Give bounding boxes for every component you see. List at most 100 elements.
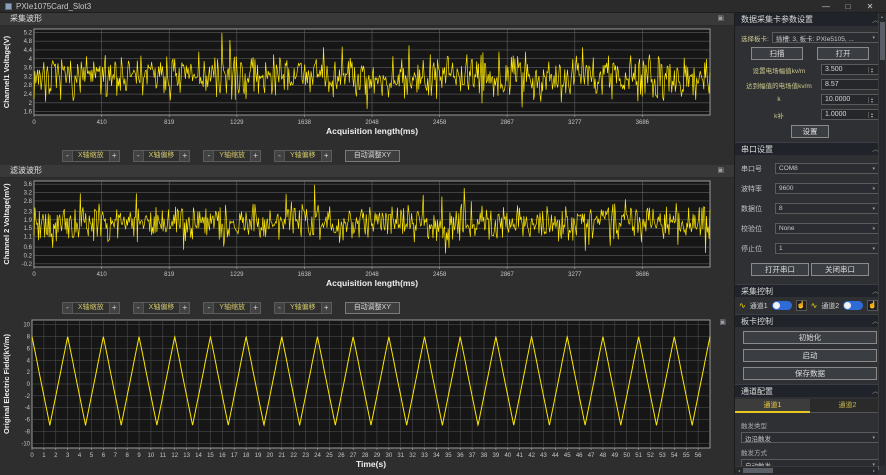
increment-button[interactable]: + [108, 151, 119, 162]
baud-rate-label: 波特率 [741, 185, 762, 193]
open-serial-button[interactable]: 打开串口 [751, 263, 809, 276]
channel2-toggle[interactable] [843, 301, 864, 310]
electric-field-graph[interactable]: 0 1 2 3 4 5 6 7 8 9 10 11 12 13 14 15 16 17 18 19 20 21 22 23 24… [0, 316, 735, 474]
decrement-button[interactable]: - [204, 151, 215, 162]
y-scale-stepper[interactable]: - Y轴缩放 + [203, 150, 262, 163]
spinner-icon[interactable]: ▴ ▾ [868, 66, 875, 73]
data-bits-value: 8 [779, 205, 783, 212]
chart2-section-label: 滤波波形 [10, 166, 42, 176]
decrement-button[interactable]: - [204, 302, 215, 313]
hand-cursor-icon[interactable]: ☝ [795, 300, 807, 311]
svg-text:9: 9 [137, 453, 141, 459]
spinner-icon[interactable]: ▴ ▾ [868, 96, 875, 103]
start-button[interactable]: 启动 [743, 349, 877, 362]
horizontal-scrollbar[interactable]: ◂ ▸ [735, 466, 878, 474]
horizontal-scroll-thumb[interactable] [743, 468, 773, 473]
vertical-scroll-thumb[interactable] [880, 22, 885, 60]
scan-button[interactable]: 扫描 [751, 47, 803, 60]
chart1-tools-icon[interactable]: ▣ [717, 15, 724, 22]
stepper-label: Y轴偏移 [290, 152, 316, 160]
trigger-type-select[interactable]: 边沿触发 ▾ [741, 432, 879, 443]
scroll-right-icon[interactable]: ▸ [870, 468, 878, 473]
stepper-label: X轴缩放 [78, 152, 104, 160]
increment-button[interactable]: + [320, 302, 331, 313]
chevron-down-icon: ▾ [872, 185, 875, 192]
daq-section-header[interactable]: 数据采集卡参数设置 ︿ [735, 13, 885, 26]
com-port-label: 串口号 [741, 165, 762, 173]
chart1-waveform-graph[interactable]: 0 410 819 1229 1638 2048 2458 2867 3277 36865.24.… [0, 26, 735, 148]
increment-button[interactable]: + [320, 151, 331, 162]
k-comp-input[interactable]: 1.0000 ▴ ▾ [821, 109, 879, 120]
svg-text:2458: 2458 [433, 120, 447, 126]
baud-rate-select[interactable]: 9600 ▾ [775, 183, 879, 194]
channel2-label: 通道2 [821, 302, 840, 310]
channel-config-section-header[interactable]: 通道配置 ︿ [735, 384, 885, 397]
serial-section-body: 串口号 COM8 ▾ 波特率 9600 ▾ 数据位 8 ▾ 校验位 None ▾… [735, 155, 885, 284]
close-serial-button[interactable]: 关闭串口 [811, 263, 869, 276]
auto-adjust-xy-button[interactable]: 自动调整XY [344, 150, 401, 163]
increment-button[interactable]: + [179, 302, 190, 313]
minimize-button[interactable]: — [815, 2, 837, 11]
auto-adjust-xy-button[interactable]: 自动调整XY [344, 301, 401, 314]
hand-cursor-icon[interactable]: ☝ [867, 300, 879, 311]
data-bits-select[interactable]: 8 ▾ [775, 203, 879, 214]
field-amplitude-input[interactable]: 3.500 ▴ ▾ [821, 64, 879, 75]
set-button[interactable]: 设置 [791, 125, 829, 138]
chart3-tools-icon[interactable]: ▣ [719, 319, 726, 326]
board-select[interactable]: 插槽: 3, 板卡: PXIe5105, ... ▾ [771, 32, 879, 43]
x-offset-stepper[interactable]: - X轴偏移 + [132, 150, 191, 163]
k-input[interactable]: 10.0000 ▴ ▾ [821, 94, 879, 105]
channel1-toggle[interactable] [771, 301, 792, 310]
decrement-button[interactable]: - [133, 151, 144, 162]
spinner-icon[interactable]: ▴ ▾ [868, 111, 875, 118]
decrement-button[interactable]: - [133, 302, 144, 313]
y-offset-stepper[interactable]: - Y轴偏移 + [274, 301, 332, 314]
svg-text:410: 410 [97, 120, 108, 126]
chart2-waveform-graph[interactable]: 0 410 819 1229 1638 2048 2458 2867 3277 36863.63.… [0, 178, 735, 300]
com-port-select[interactable]: COM8 ▾ [775, 163, 879, 174]
decrement-button[interactable]: - [63, 151, 73, 162]
decrement-button[interactable]: - [63, 302, 73, 313]
vertical-scrollbar[interactable]: ▴ [878, 13, 885, 466]
svg-text:3: 3 [66, 453, 70, 459]
parity-select[interactable]: None ▾ [775, 223, 879, 234]
scroll-up-icon[interactable]: ▴ [879, 13, 885, 21]
svg-text:51: 51 [635, 453, 642, 459]
maximize-button[interactable]: □ [837, 2, 859, 11]
svg-text:52: 52 [647, 453, 654, 459]
trigger-type-label: 触发类型 [741, 423, 767, 430]
open-button[interactable]: 打开 [817, 47, 869, 60]
svg-text:1.6: 1.6 [24, 110, 33, 116]
reached-field-input[interactable]: 8.57 [821, 79, 879, 90]
increment-button[interactable]: + [108, 302, 119, 313]
decrement-button[interactable]: - [275, 151, 286, 162]
tab-channel2[interactable]: 通道2 [810, 399, 885, 413]
svg-text:22: 22 [290, 453, 297, 459]
increment-button[interactable]: + [250, 302, 261, 313]
svg-text:4: 4 [78, 453, 82, 459]
channel1-label: 通道1 [749, 302, 768, 310]
svg-text:25: 25 [326, 453, 333, 459]
chevron-down-icon: ▾ [872, 34, 875, 41]
increment-button[interactable]: + [250, 151, 261, 162]
increment-button[interactable]: + [179, 151, 190, 162]
acquisition-section-header[interactable]: 采集控制 ︿ [735, 284, 885, 297]
scroll-left-icon[interactable]: ◂ [735, 468, 743, 473]
x-scale-stepper[interactable]: - X轴缩放 + [62, 301, 120, 314]
x-scale-stepper[interactable]: - X轴缩放 + [62, 150, 120, 163]
board-control-section-header[interactable]: 板卡控制 ︿ [735, 314, 885, 327]
y-scale-stepper[interactable]: - Y轴缩放 + [203, 301, 262, 314]
initialize-button[interactable]: 初始化 [743, 331, 877, 344]
serial-section-header[interactable]: 串口设置 ︿ [735, 142, 885, 155]
close-button[interactable]: ✕ [859, 2, 881, 11]
board-control-title: 板卡控制 [741, 316, 773, 326]
svg-text:5: 5 [90, 453, 94, 459]
decrement-button[interactable]: - [275, 302, 286, 313]
save-data-button[interactable]: 保存数据 [743, 367, 877, 380]
chart2-tools-icon[interactable]: ▣ [717, 167, 724, 174]
y-offset-stepper[interactable]: - Y轴偏移 + [274, 150, 332, 163]
tab-channel1[interactable]: 通道1 [735, 399, 810, 413]
x-offset-stepper[interactable]: - X轴偏移 + [132, 301, 191, 314]
svg-text:3.2: 3.2 [24, 190, 33, 196]
stop-bits-select[interactable]: 1 ▾ [775, 243, 879, 254]
